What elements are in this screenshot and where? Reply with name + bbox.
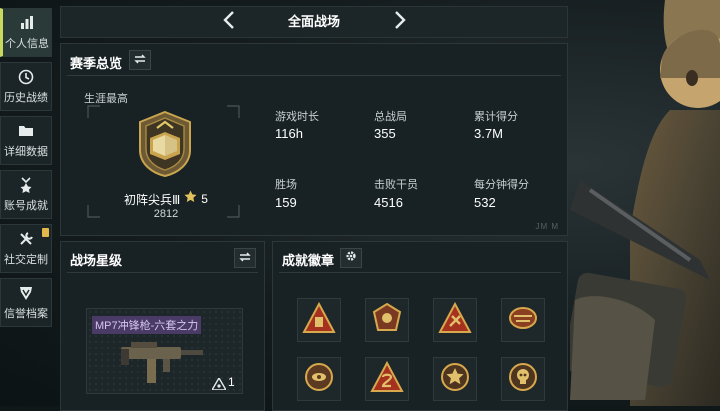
achievement-badge[interactable] [501,298,545,342]
achievement-panel: 成就徽章 [272,241,568,411]
character-portrait [563,0,720,406]
sidebar-item-history[interactable]: 历史战绩 [0,62,52,111]
chevron-right-icon [393,10,407,35]
sidebar-item-label: 个人信息 [5,38,49,50]
divider [67,272,258,273]
stat-label: 胜场 [275,179,297,191]
bar-chart-icon [18,14,36,32]
battle-star-title: 战场星级 [70,253,123,268]
stat-label: 累计得分 [474,111,518,123]
season-overview-title: 赛季总览 [70,56,123,71]
rank-emblem-icon [136,110,194,178]
next-mode-button[interactable] [387,9,413,35]
achievement-badge[interactable] [365,298,409,342]
achievement-badge[interactable] [501,357,545,401]
achievement-badge[interactable] [297,298,341,342]
achievement-badge[interactable] [433,298,477,342]
sidebar-item-label: 详细数据 [4,146,48,158]
stat-value: 3.7M [474,126,503,141]
triangle-fist-badge-icon [438,301,472,339]
rank-stars: 5 [201,192,208,206]
battle-star-switch-button[interactable] [234,248,256,268]
page-title: 全面战场 [287,14,340,29]
triangle-badge-icon [302,301,336,339]
swap-icon [134,51,146,69]
sidebar-item-profile[interactable]: 个人信息 [0,8,52,57]
rank-score: 2812 [153,208,179,220]
folder-icon [17,122,35,140]
watermark: JM M [535,222,559,231]
sidebar-item-achievements[interactable]: 账号成就 [0,170,52,219]
rank-name: 初阵尖兵Ⅲ [124,192,181,207]
clock-icon [17,68,35,86]
achievement-badge[interactable] [365,357,409,401]
stat-label: 游戏时长 [275,111,319,123]
weapon-star-count: 1 [228,375,235,389]
divider [279,272,561,273]
sidebar-item-details[interactable]: 详细数据 [0,116,52,165]
stat-value: 159 [275,195,297,210]
weapon-card[interactable]: MP7冲锋枪-六套之力 1 [86,308,243,394]
medal-icon [17,176,35,194]
star-icon [184,190,197,208]
season-overview-panel: 赛季总览 生涯最高 初阵尖兵Ⅲ 5 2812 游戏时长 116h 总战局 355 [60,43,568,236]
sidebar-item-label: 账号成就 [4,200,48,212]
achievement-badge[interactable] [297,357,341,401]
swap-icon [239,249,251,267]
sidebar-item-label: 信誉档案 [4,308,48,320]
weapon-name: MP7冲锋枪-六套之力 [92,316,202,334]
stat-value: 355 [374,126,396,141]
sidebar-item-reputation[interactable]: 信誉档案 [0,278,52,327]
round-star-badge-icon [438,361,472,398]
sidebar: 个人信息 历史战绩 详细数据 账号成就 社交定制 信誉档案 [0,0,52,406]
stat-value: 532 [474,195,496,210]
sidebar-item-label: 社交定制 [4,254,48,266]
stat-label: 总战局 [374,111,407,123]
stat-label: 击败干员 [374,179,418,191]
triangle-two-badge-icon [370,360,404,398]
mode-selector: 全面战场 [60,6,568,38]
sidebar-item-label: 历史战绩 [4,92,48,104]
divider [67,75,561,76]
star-tier-icon [210,376,228,395]
notification-badge [42,228,49,237]
crest-badge-icon [370,302,404,339]
gear-icon [345,249,357,267]
achievement-badge[interactable] [433,357,477,401]
rank-line: 初阵尖兵Ⅲ 5 [116,190,216,208]
stat-value: 116h [275,126,303,141]
achievement-title: 成就徽章 [282,253,335,268]
winged-badge-icon [506,302,540,339]
season-switch-button[interactable] [129,50,151,70]
round-skull-badge-icon [506,361,540,398]
stat-value: 4516 [374,195,403,210]
battle-star-panel: 战场星级 MP7冲锋枪-六套之力 1 [60,241,265,411]
achievement-settings-button[interactable] [340,248,362,268]
stat-label: 每分钟得分 [474,179,529,191]
smg-icon [117,337,207,385]
shield-icon [17,284,35,302]
wrench-icon [17,230,35,248]
round-eye-badge-icon [302,361,336,398]
